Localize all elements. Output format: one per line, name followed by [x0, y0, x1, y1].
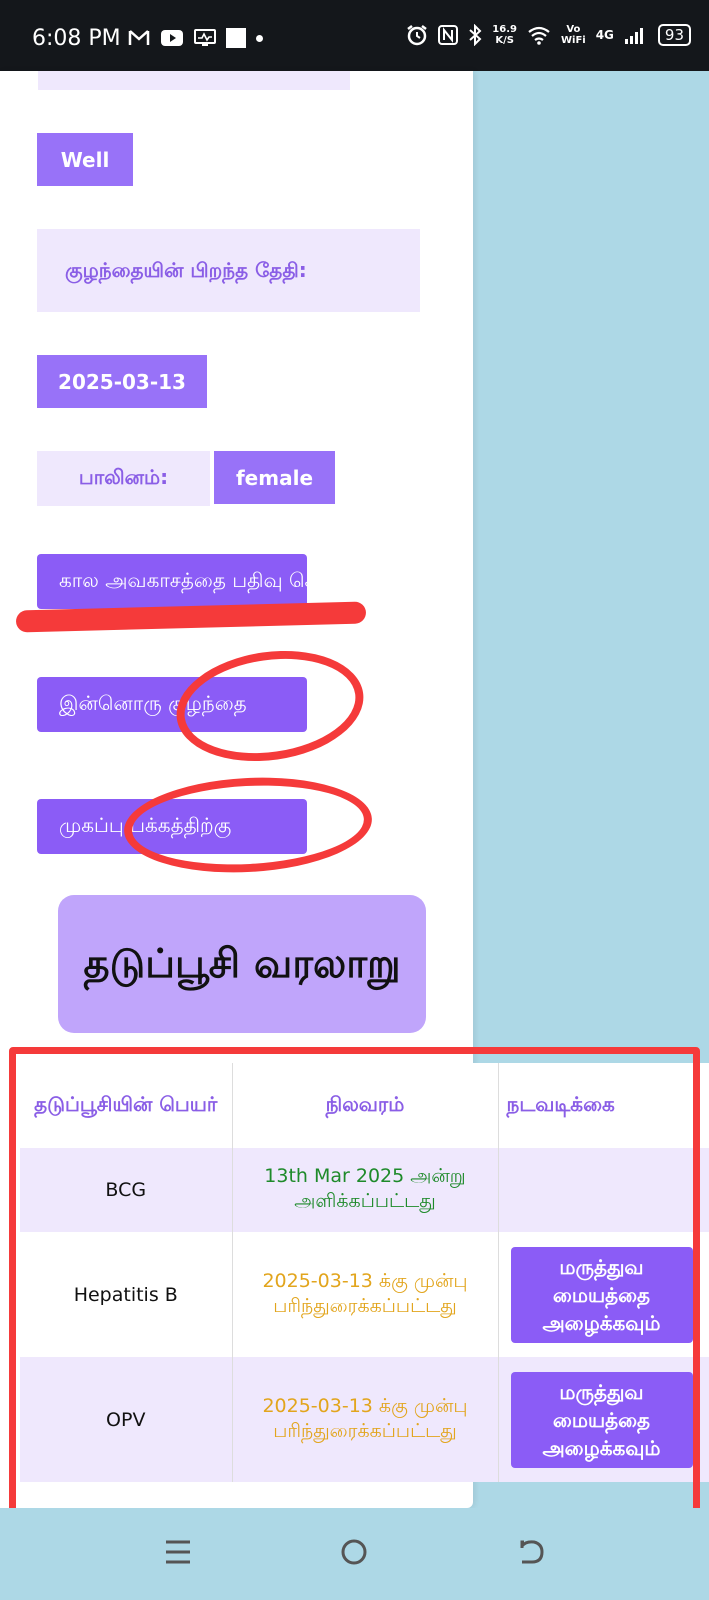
youtube-icon	[161, 30, 183, 46]
condition-value: Well	[37, 133, 133, 186]
menu-icon[interactable]	[158, 1532, 198, 1572]
navigation-bar	[0, 1508, 709, 1600]
net-speed: 16.9 K/S	[492, 24, 517, 46]
gmail-icon	[128, 30, 150, 45]
nfc-icon	[438, 25, 459, 45]
gender-value: female	[214, 451, 335, 504]
notification-icons	[128, 28, 263, 48]
back-icon[interactable]	[512, 1532, 552, 1572]
home-circle-icon[interactable]	[334, 1532, 374, 1572]
dob-label: குழந்தையின் பிறந்த தேதி:	[37, 229, 420, 312]
dot-icon	[256, 34, 263, 42]
system-icons: 16.9 K/S Vo WiFi 4G 93	[406, 24, 691, 46]
battery-indicator: 93	[657, 24, 691, 46]
signal-icon	[624, 28, 643, 44]
status-time: 6:08 PM	[32, 26, 121, 51]
clipped-field	[38, 71, 350, 90]
annotation-box	[9, 1047, 700, 1519]
square-icon	[226, 28, 246, 48]
monitor-icon	[194, 29, 216, 46]
vaccine-history-heading: தடுப்பூசி வரலாறு	[58, 895, 426, 1033]
vowifi-label: Vo WiFi	[560, 24, 586, 46]
wifi-icon	[528, 26, 550, 45]
dob-value: 2025-03-13	[37, 355, 207, 408]
alarm-icon	[407, 25, 428, 46]
network-type: 4G	[595, 27, 614, 42]
gender-label: பாலினம்:	[37, 451, 210, 506]
status-bar: 6:08 PM 16.9 K/S Vo WiFi 4G 93	[0, 0, 709, 71]
bluetooth-icon	[469, 24, 482, 46]
schedule-button[interactable]: கால அவகாசத்தை பதிவு செய்	[37, 554, 307, 609]
